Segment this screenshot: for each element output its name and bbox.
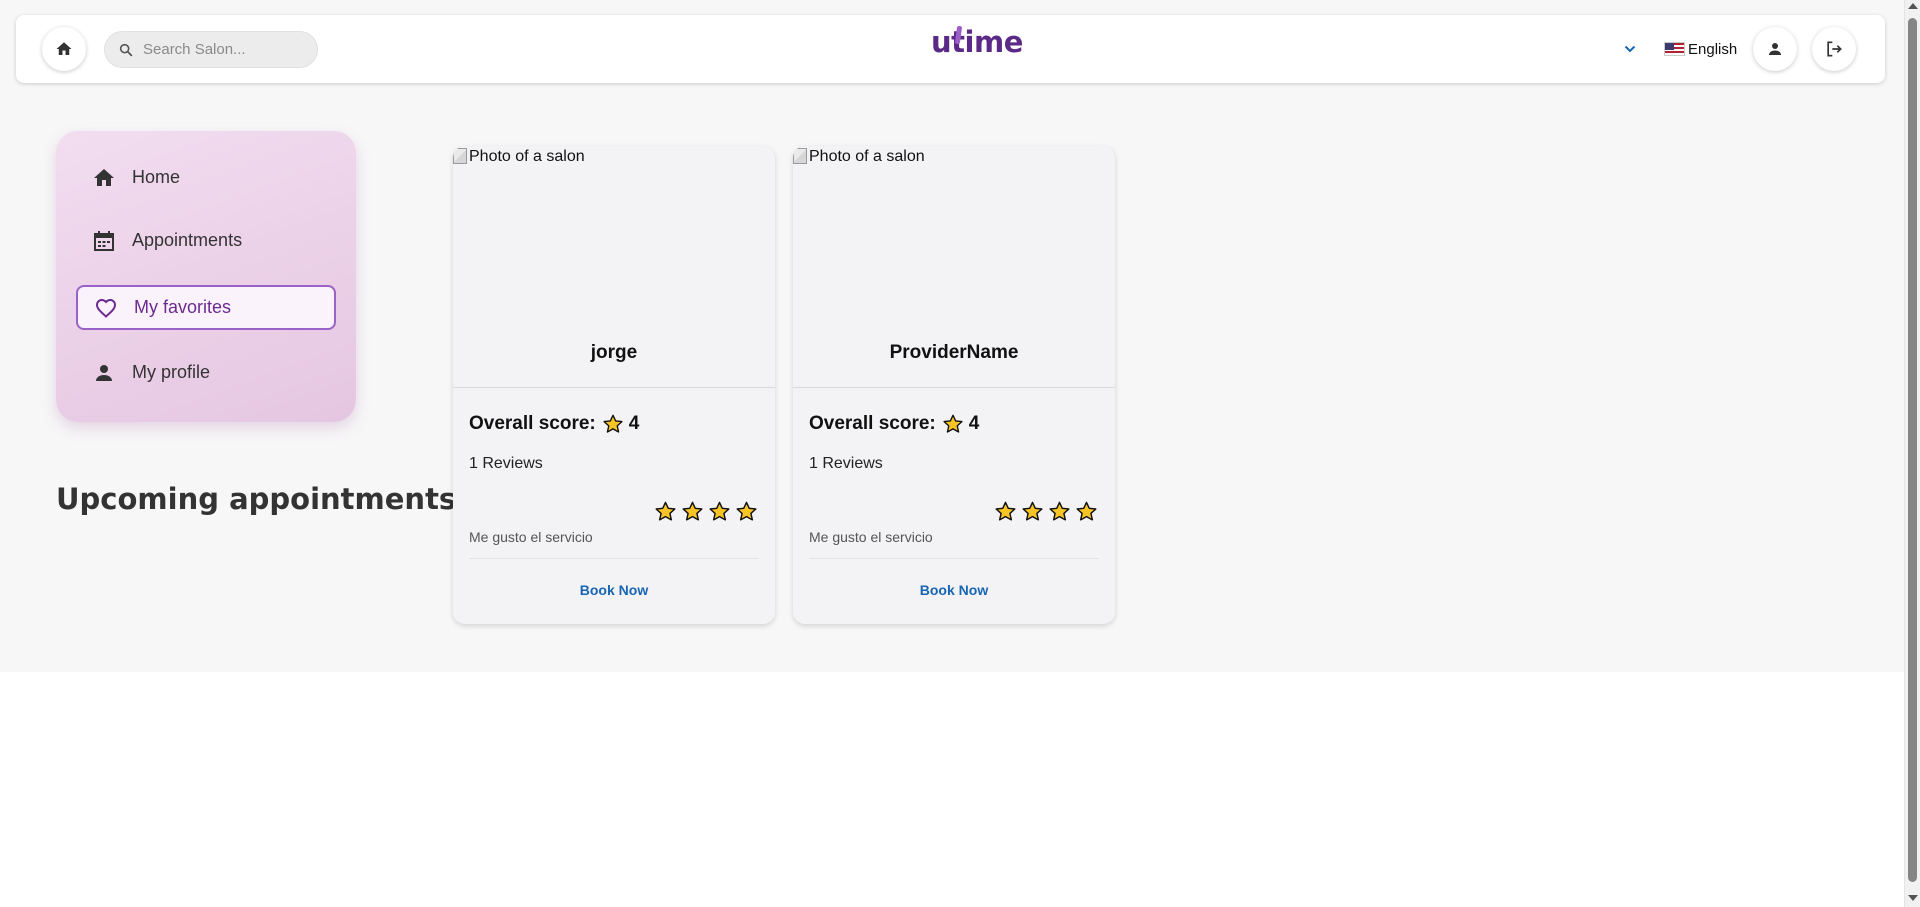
sidebar-item-profile[interactable]: My profile [76,350,336,395]
sidebar-item-label: My profile [132,362,211,382]
salon-name: ProviderName [889,342,1019,363]
star-icon [603,414,623,433]
language-selector[interactable]: English [1664,38,1737,60]
person-icon [96,364,112,381]
overall-score-label: Overall score: [809,413,936,434]
salon-photo: Photo of a salon [793,146,1115,346]
logo-text-start: u [931,25,952,59]
star-icon [736,501,757,521]
scroll-down-arrow-icon[interactable] [1908,895,1918,901]
search-input[interactable] [143,41,303,58]
review-comment: Me gusto el servicio [809,529,933,545]
overall-score: Overall score: 4 [469,413,639,435]
home-button[interactable] [42,27,86,71]
scroll-up-arrow-icon[interactable] [1908,3,1918,9]
sidebar-item-label: Appointments [132,230,243,250]
profile-button[interactable] [1753,27,1797,71]
language-label: English [1688,40,1738,58]
upcoming-appointments-title: Upcoming appointments [56,482,457,516]
star-icon [682,501,703,521]
divider [453,387,775,388]
logout-icon [1827,41,1842,57]
salon-photo-alt: Photo of a salon [809,148,925,165]
sidebar-item-appointments[interactable]: Appointments [76,218,336,263]
logout-button[interactable] [1812,27,1856,71]
chevron-down-icon [1624,45,1636,53]
divider [793,387,1115,388]
sidebar-item-favorites[interactable]: My favorites [76,285,336,330]
search-box[interactable] [104,31,318,68]
book-now-button[interactable]: Book Now [793,582,1115,598]
vertical-scrollbar[interactable] [1904,0,1920,907]
star-icon [1076,501,1097,521]
logo-text-end: ime [964,25,1024,59]
heart-icon [95,298,117,318]
salon-photo-alt: Photo of a salon [469,148,585,165]
favorite-salon-card: Photo of a salon jorge Overall score: 4 … [453,146,775,624]
reviews-count: 1 Reviews [809,455,883,472]
overall-score-label: Overall score: [469,413,596,434]
overall-score: Overall score: 4 [809,413,979,435]
star-icon [1022,501,1043,521]
rating-stars [654,500,758,523]
salon-photo: Photo of a salon [453,146,775,346]
scrollbar-thumb[interactable] [1908,18,1917,882]
divider [809,558,1099,559]
rating-stars [994,500,1098,523]
salon-name: jorge [590,342,638,363]
utime-logo[interactable]: utime [931,25,1023,71]
overall-score-value: 4 [968,413,980,434]
broken-image-icon [453,148,467,164]
overall-score-value: 4 [628,413,640,434]
sidebar-item-home[interactable]: Home [76,155,336,200]
person-icon [1769,43,1781,55]
top-bar: utime English [16,15,1885,83]
logo-text-t: t [951,25,965,59]
book-now-button[interactable]: Book Now [453,582,775,598]
page: utime English Home Appointments My favor… [0,0,1904,907]
us-flag-icon [1664,42,1685,56]
search-icon [119,43,133,56]
review-comment: Me gusto el servicio [469,529,593,545]
sidebar-item-label: Home [132,167,181,187]
divider [469,558,759,559]
broken-image-icon [793,148,807,164]
favorite-salon-card: Photo of a salon ProviderName Overall sc… [793,146,1115,624]
star-icon [943,414,963,433]
sidebar-item-label: My favorites [134,297,232,317]
home-icon [94,168,114,186]
star-icon [1049,501,1070,521]
language-dropdown-toggle[interactable] [1621,40,1639,58]
reviews-count: 1 Reviews [469,455,543,472]
star-icon [655,501,676,521]
sidebar: Home Appointments My favorites My profil… [56,131,356,422]
home-icon [56,42,72,55]
calendar-icon [94,230,114,251]
star-icon [709,501,730,521]
star-icon [995,501,1016,521]
